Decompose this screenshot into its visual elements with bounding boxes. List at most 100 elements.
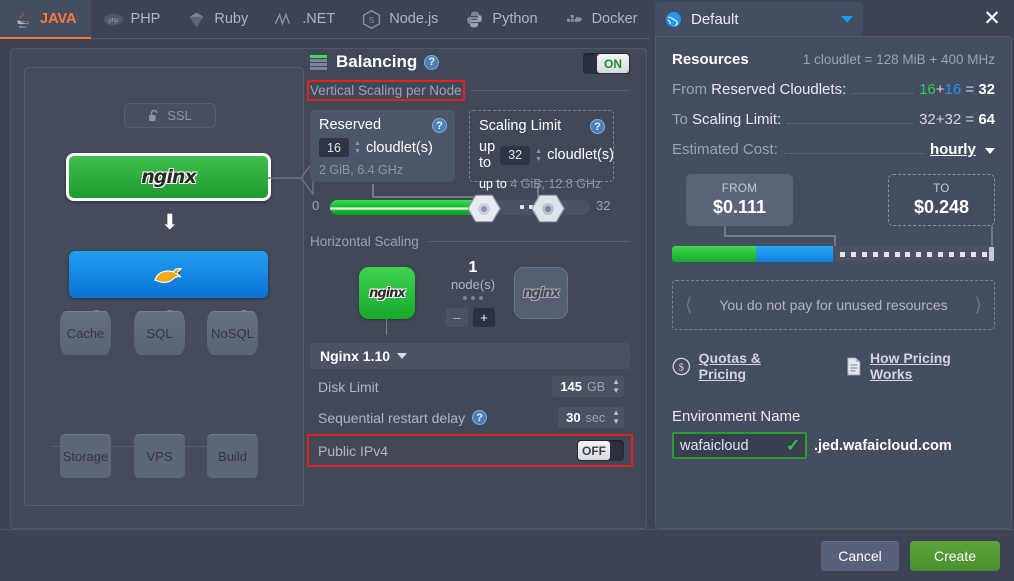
- node-label: Storage: [62, 448, 109, 464]
- chevron-down-icon[interactable]: [841, 15, 853, 23]
- tab-php[interactable]: php PHP: [91, 0, 175, 38]
- environment-domain-suffix: .jed.wafaicloud.com: [814, 437, 952, 454]
- scaling-limit-input[interactable]: 32: [500, 145, 531, 165]
- stack-version-select[interactable]: Nginx 1.10: [310, 343, 630, 369]
- topology-node-vps[interactable]: VPS: [134, 434, 185, 478]
- link-label: Quotas & Pricing: [698, 350, 761, 382]
- help-icon[interactable]: ?: [432, 118, 447, 133]
- balancing-toggle[interactable]: ON: [583, 53, 630, 74]
- topology-node-cache[interactable]: Cache: [60, 311, 111, 355]
- scaling-node-placeholder[interactable]: nginx: [514, 267, 568, 319]
- environment-name-input[interactable]: [674, 434, 781, 457]
- pricing-links: $ Quotas & Pricing How Pricing Works: [672, 350, 995, 382]
- value-b: 32: [944, 111, 962, 128]
- environment-name-input-wrap[interactable]: ✓: [672, 432, 807, 459]
- ssl-badge[interactable]: SSL: [124, 103, 216, 128]
- topology-node-sql[interactable]: SQL: [134, 311, 185, 355]
- node-increment-button[interactable]: +: [473, 308, 495, 327]
- public-ipv4-toggle[interactable]: OFF: [577, 440, 624, 461]
- create-button[interactable]: Create: [910, 540, 1000, 571]
- slider-min-label: 0: [312, 198, 320, 213]
- value-b: 16: [944, 81, 962, 98]
- scaling-node-active[interactable]: nginx: [359, 267, 415, 319]
- tab-python[interactable]: Python: [452, 0, 551, 38]
- label-main: Scaling Limit:: [692, 111, 782, 128]
- restart-delay-value[interactable]: 30: [566, 410, 580, 425]
- chevron-down-icon[interactable]: [985, 148, 995, 154]
- node-progress-dots: [443, 296, 503, 300]
- how-pricing-works-link[interactable]: How Pricing Works: [846, 350, 995, 382]
- nginx-label: nginx: [369, 285, 406, 301]
- tab-dotnet[interactable]: .NET: [262, 0, 349, 38]
- pricing-note-text: You do not pay for unused resources: [719, 297, 948, 313]
- horizontal-scaling-area: nginx 1 node(s) – + nginx: [310, 255, 630, 343]
- help-icon[interactable]: ?: [472, 410, 488, 425]
- chevron-right-icon[interactable]: ⟩: [975, 294, 982, 316]
- price-range-bar: [672, 246, 995, 262]
- docker-icon: [566, 14, 582, 22]
- environment-name-row: ✓ .jed.wafaicloud.com: [672, 432, 995, 459]
- divider: [469, 90, 630, 91]
- disk-limit-value[interactable]: 145: [560, 379, 582, 394]
- divider: [426, 241, 630, 242]
- disk-limit-stepper[interactable]: ▲ ▼: [612, 378, 620, 395]
- tab-docker[interactable]: Docker: [552, 0, 652, 38]
- restart-delay-unit: sec: [585, 410, 606, 425]
- cost-card-to: TO $0.248: [888, 174, 995, 226]
- pricing-note-carousel: ⟨ You do not pay for unused resources ⟩: [672, 280, 995, 330]
- cost-connector-lines: [672, 226, 995, 246]
- tab-java[interactable]: JAVA: [0, 0, 91, 39]
- pricing-body: Resources 1 cloudlet = 128 MiB + 400 MHz…: [655, 36, 1012, 529]
- equals-sign: =: [965, 81, 975, 98]
- dollar-circle-icon: $: [672, 357, 691, 375]
- environment-region-tab[interactable]: Default: [655, 2, 863, 36]
- slider-fill: [330, 200, 486, 215]
- dialog-footer: Cancel Create: [0, 529, 1014, 581]
- node-label: Cache: [66, 325, 105, 341]
- document-icon: [847, 357, 861, 375]
- estimated-cost-period: hourly: [929, 141, 976, 158]
- restart-delay-field[interactable]: 30 sec ▲ ▼: [558, 407, 624, 428]
- scaling-limit-box[interactable]: Scaling Limit ? up to 32 ▲ ▼ cloudlet(s) …: [469, 110, 614, 191]
- scaling-limit-stepper[interactable]: ▲ ▼: [535, 148, 542, 163]
- globe-icon: [666, 11, 681, 27]
- help-icon[interactable]: ?: [424, 54, 440, 70]
- section-title: Balancing: [336, 52, 418, 71]
- topology-node-nosql[interactable]: NoSQL: [207, 311, 258, 355]
- quotas-pricing-link[interactable]: $ Quotas & Pricing: [672, 350, 810, 382]
- to-scaling-limit-value: 32+32 = 64: [919, 111, 995, 128]
- value-a: 32: [919, 111, 936, 128]
- help-icon[interactable]: ?: [590, 119, 605, 134]
- scaling-limit-prefix: up to: [479, 139, 496, 171]
- label-main: Reserved Cloudlets:: [711, 81, 847, 98]
- chevron-left-icon[interactable]: ⟨: [685, 294, 692, 316]
- node-decrement-button[interactable]: –: [446, 308, 468, 327]
- reserved-cloudlets-input[interactable]: 16: [319, 138, 349, 157]
- tab-ruby[interactable]: Ruby: [174, 0, 262, 38]
- cost-card-amount: $0.248: [913, 196, 970, 217]
- slider-handle-reserved[interactable]: [468, 191, 501, 224]
- estimated-cost-period-group[interactable]: hourly: [930, 141, 995, 158]
- topology-node-build[interactable]: Build: [207, 434, 258, 478]
- ruby-icon: [189, 12, 204, 26]
- restart-delay-stepper[interactable]: ▲ ▼: [612, 409, 620, 426]
- topology-node-storage[interactable]: Storage: [60, 434, 111, 478]
- node-count-group: 1 node(s): [443, 259, 503, 300]
- disk-limit-field[interactable]: 145 GB ▲ ▼: [552, 376, 624, 397]
- scaling-slider[interactable]: 0 32: [310, 184, 630, 230]
- tab-nodejs[interactable]: S Node.js: [349, 0, 452, 38]
- tab-label: .NET: [302, 11, 336, 27]
- tab-label: Ruby: [214, 11, 249, 27]
- topology-node-nginx[interactable]: nginx: [66, 153, 271, 201]
- reserved-box[interactable]: Reserved ? 16 ▲ ▼ cloudlet(s) 2 GiB, 6.4 …: [310, 110, 455, 182]
- horizontal-scaling-header: Horizontal Scaling: [310, 234, 630, 249]
- slider-handle-limit[interactable]: [532, 191, 565, 224]
- reserved-stepper[interactable]: ▲ ▼: [354, 140, 361, 155]
- close-icon[interactable]: ✕: [982, 8, 1002, 29]
- environment-region-label: Default: [691, 10, 739, 28]
- svg-text:$: $: [679, 361, 685, 373]
- cancel-button[interactable]: Cancel: [821, 540, 899, 571]
- topology-node-appserver[interactable]: [69, 251, 268, 298]
- reserved-unit: cloudlet(s): [365, 139, 433, 156]
- disk-limit-unit: GB: [587, 379, 606, 394]
